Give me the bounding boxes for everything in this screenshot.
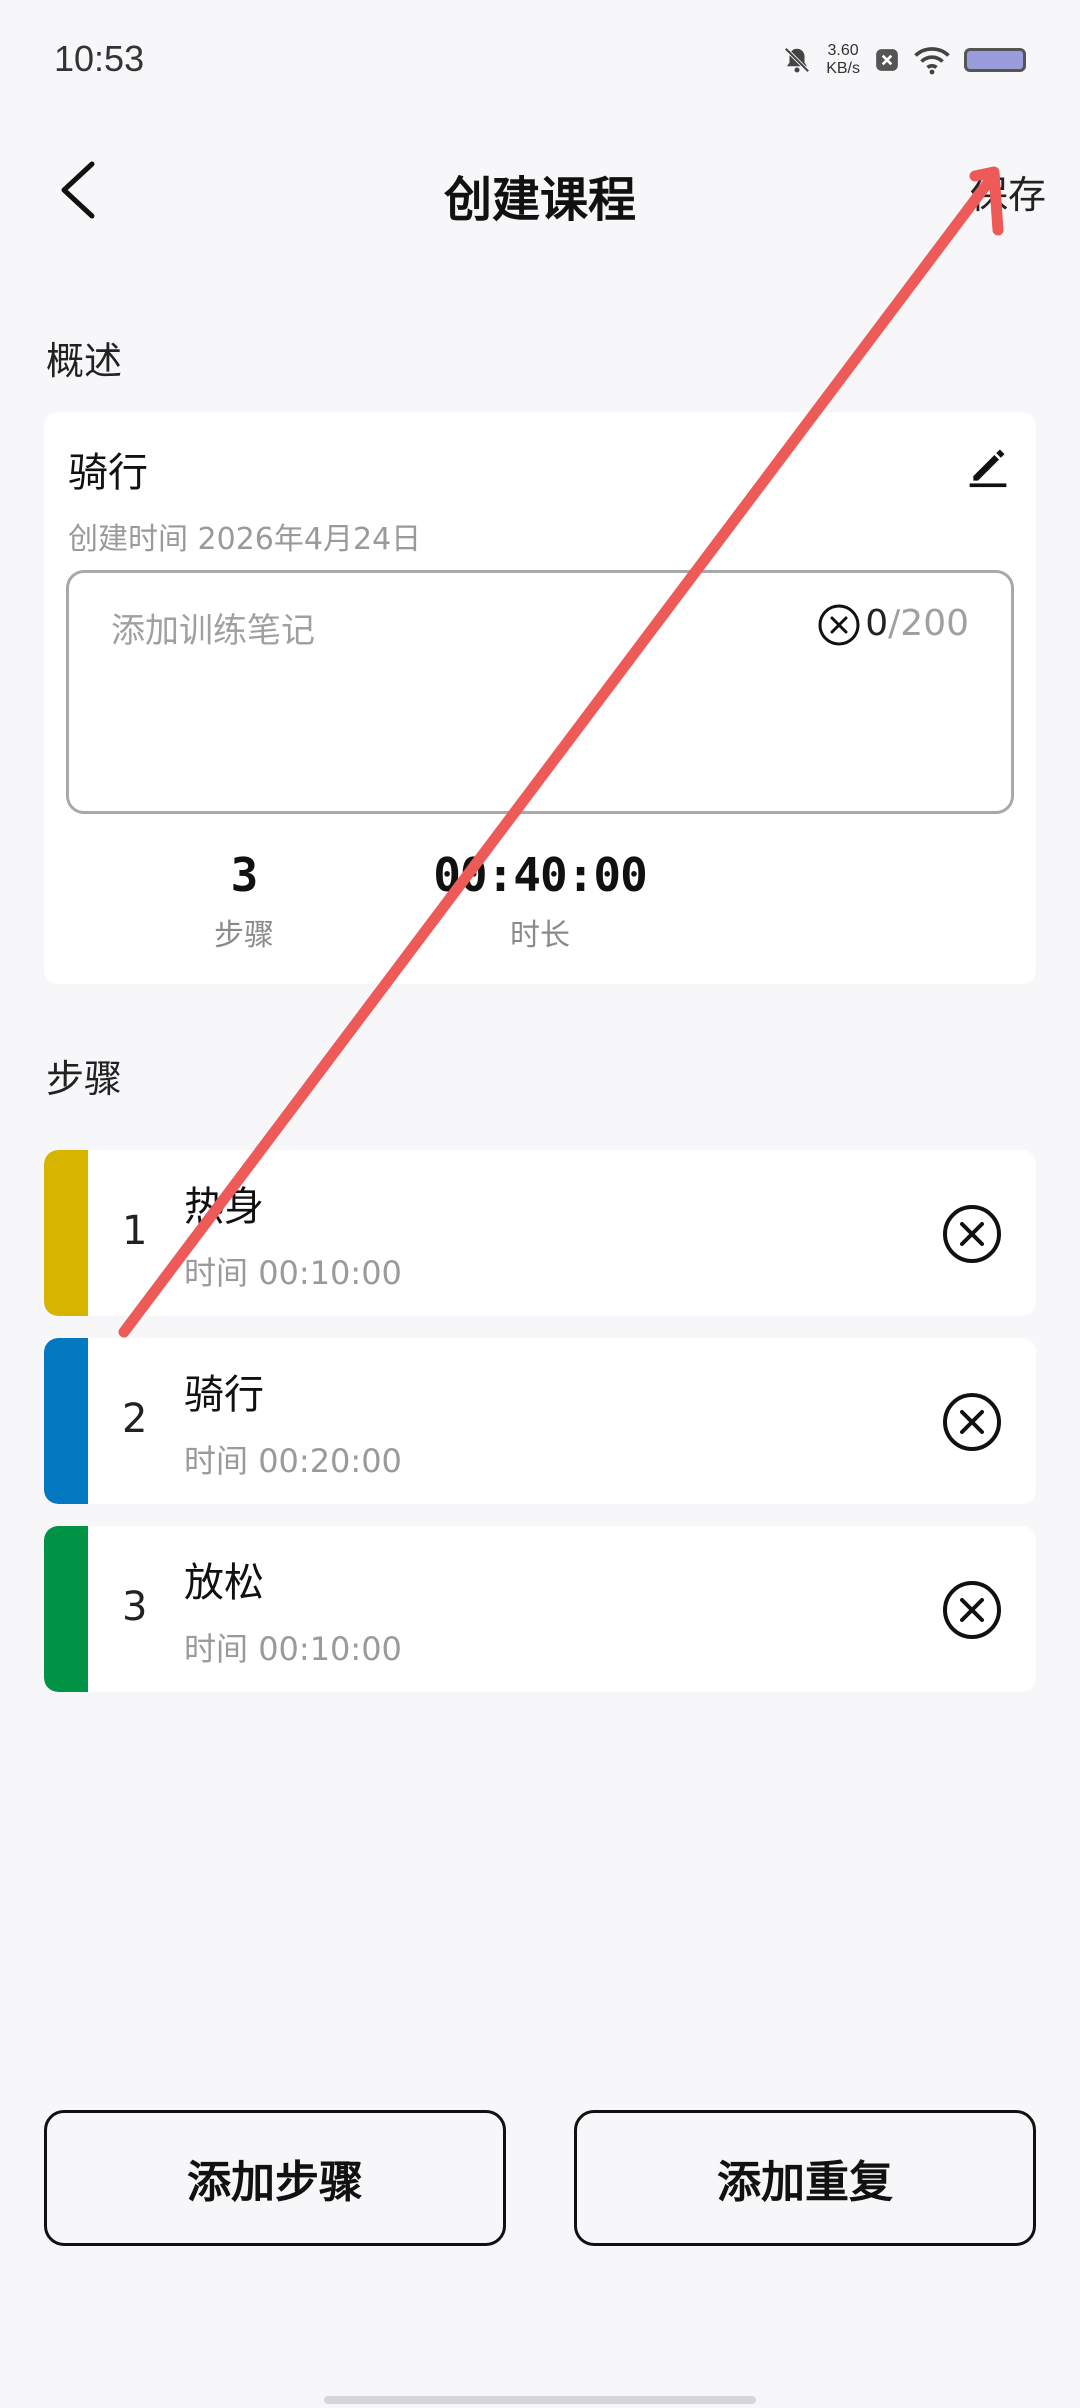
notes-count-max: /200 (888, 603, 969, 644)
course-name: 骑行 (68, 450, 148, 496)
bell-off-icon (784, 47, 810, 73)
add-step-button[interactable]: 添加步骤 (44, 2110, 506, 2246)
step-time: 时间 00:20:00 (184, 1436, 402, 1482)
duration-stat-label: 时长 (510, 918, 570, 953)
step-item[interactable]: 2 骑行 时间 00:20:00 (44, 1338, 1036, 1504)
step-item[interactable]: 1 热身 时间 00:10:00 (44, 1150, 1036, 1316)
network-speed-value: 3.60 (827, 42, 859, 59)
step-delete-button[interactable] (942, 1204, 1002, 1264)
battery-icon (964, 48, 1026, 72)
step-name: 放松 (184, 1560, 264, 1606)
delete-circle-icon (943, 1205, 1001, 1263)
step-time-value: 00:10:00 (258, 1254, 402, 1292)
overview-card: 骑行 创建时间 2026年4月24日 添加训练笔记 0/200 3 步骤 00:… (44, 412, 1036, 984)
pencil-icon (969, 449, 1007, 488)
step-name: 骑行 (184, 1372, 264, 1418)
created-date-line: 创建时间 2026年4月24日 (68, 514, 421, 558)
clear-circle-icon (818, 604, 860, 646)
notes-input[interactable]: 添加训练笔记 0/200 (66, 570, 1014, 814)
step-index: 3 (122, 1584, 148, 1630)
created-label: 创建时间 (68, 522, 188, 557)
header: 创建课程 保存 (0, 150, 1080, 230)
notes-count-current: 0 (865, 603, 889, 644)
step-index: 2 (122, 1396, 148, 1442)
add-repeat-button[interactable]: 添加重复 (574, 2110, 1036, 2246)
step-time: 时间 00:10:00 (184, 1624, 402, 1670)
step-time: 时间 00:10:00 (184, 1248, 402, 1294)
step-color-bar (44, 1526, 88, 1692)
duration-stat: 00:40:00 时长 (420, 848, 660, 954)
save-button[interactable]: 保存 (970, 164, 1046, 219)
close-box-icon (876, 49, 898, 71)
steps-stat-value: 3 (230, 848, 259, 902)
notes-char-count: 0/200 (865, 603, 969, 644)
step-time-label: 时间 (184, 1442, 249, 1480)
overview-section-label: 概述 (46, 339, 123, 383)
edit-name-button[interactable] (966, 444, 1010, 488)
step-index: 1 (122, 1208, 148, 1254)
status-bar: 10:53 3.60 KB/s (0, 0, 1080, 120)
steps-section-label: 步骤 (46, 1057, 123, 1101)
notes-placeholder: 添加训练笔记 (111, 611, 315, 651)
step-color-bar (44, 1338, 88, 1504)
notes-clear-button[interactable] (817, 603, 861, 647)
delete-circle-icon (943, 1393, 1001, 1451)
network-speed-unit: KB/s (826, 60, 860, 77)
step-time-label: 时间 (184, 1630, 249, 1668)
step-delete-button[interactable] (942, 1580, 1002, 1640)
wifi-icon (914, 47, 950, 75)
steps-stat: 3 步骤 (164, 848, 324, 954)
step-item[interactable]: 3 放松 时间 00:10:00 (44, 1526, 1036, 1692)
step-delete-button[interactable] (942, 1392, 1002, 1452)
step-time-value: 00:20:00 (258, 1442, 402, 1480)
status-time: 10:53 (54, 38, 145, 79)
step-time-value: 00:10:00 (258, 1630, 402, 1668)
network-speed: 3.60 KB/s (826, 42, 860, 78)
steps-stat-label: 步骤 (214, 918, 274, 953)
duration-stat-value: 00:40:00 (433, 848, 648, 902)
step-color-bar (44, 1150, 88, 1316)
status-icons: 3.60 KB/s (782, 42, 1026, 78)
delete-circle-icon (943, 1581, 1001, 1639)
page-title: 创建课程 (443, 172, 636, 228)
step-time-label: 时间 (184, 1254, 249, 1292)
step-name: 热身 (184, 1184, 264, 1230)
created-date: 2026年4月24日 (197, 522, 422, 557)
home-indicator (324, 2396, 756, 2404)
